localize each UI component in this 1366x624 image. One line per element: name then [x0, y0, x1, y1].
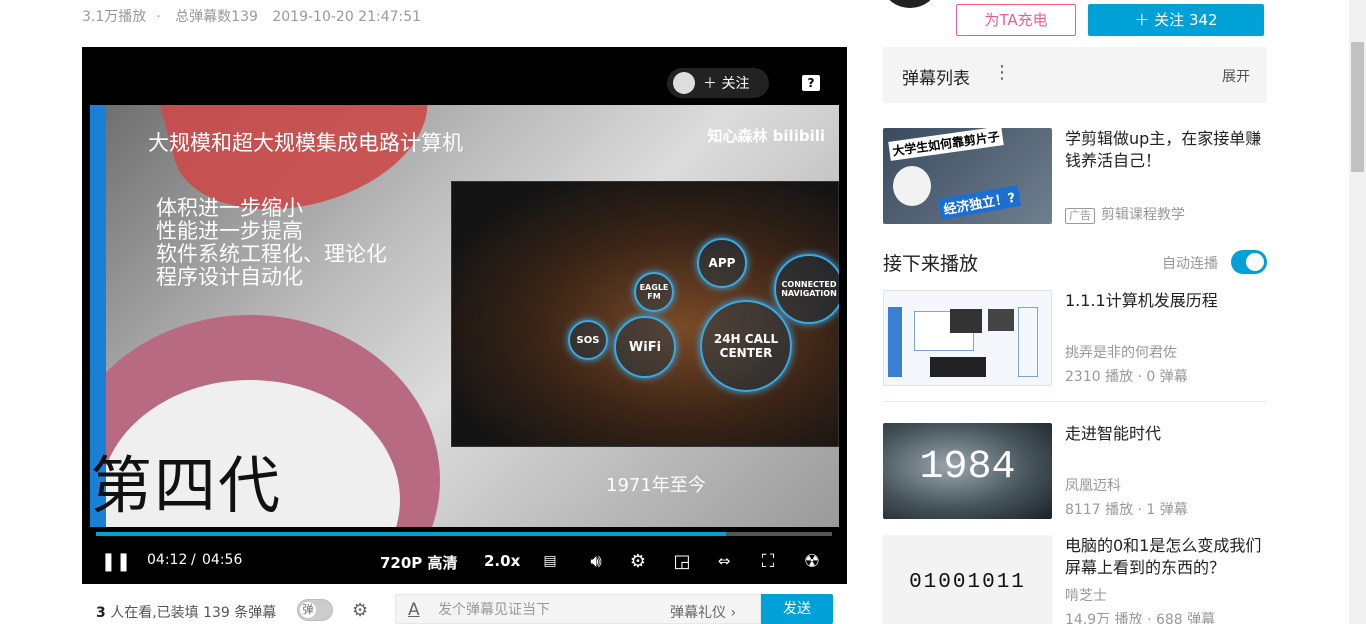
- danmaku-placeholder: 发个弹幕见证当下: [438, 602, 550, 618]
- danmaku-toggle[interactable]: 弹: [297, 599, 333, 621]
- bullet-item: 性能进一步提高: [156, 219, 303, 243]
- video-player[interactable]: ＋ 关注 ? 大规模和超大规模集成电路计算机 知心森林 bilibili 体积进…: [82, 47, 847, 584]
- video-title[interactable]: 走进智能时代: [1065, 423, 1265, 445]
- recommended-video[interactable]: 1984 走进智能时代 凤凰迈科 8117 播放 · 1 弹幕: [883, 423, 1267, 519]
- call-center-badge: 24H CALL CENTER: [700, 300, 792, 392]
- video-title[interactable]: 电脑的0和1是怎么变成我们屏幕上看到的东西的？: [1065, 535, 1265, 579]
- fm-badge: EAGLE FM: [634, 272, 674, 312]
- ad-title[interactable]: 学剪辑做up主，在家接单赚钱养活自己！: [1065, 128, 1265, 172]
- bullet-item: 软件系统工程化、理论化: [156, 242, 387, 266]
- autoplay-toggle[interactable]: [1231, 250, 1267, 274]
- video-meta: 3.1万播放 · 总弹幕数139 2019-10-20 21:47:51: [82, 9, 422, 25]
- bullet-item: 程序设计自动化: [156, 265, 303, 289]
- danmaku-etiquette-link[interactable]: 弹幕礼仪 ›: [670, 602, 736, 622]
- fullscreen-icon[interactable]: ☢: [800, 550, 824, 572]
- quality-button[interactable]: 720P 高清: [380, 552, 458, 573]
- danmaku-list-header[interactable]: 弹幕列表 ⋮ 展开: [883, 47, 1267, 103]
- danmaku-total: 总弹幕数139: [175, 9, 258, 25]
- player-controls: ❚❚ 04:12 / 04:56 720P 高清 2.0x ▤ 🔊︎ ⚙ ◲ ⇔…: [82, 542, 847, 582]
- publish-datetime: 2019-10-20 21:47:51: [272, 9, 422, 25]
- wifi-badge: WiFi: [614, 316, 676, 378]
- scrollbar-thumb[interactable]: [1351, 42, 1364, 172]
- year-text: 1971年至今: [606, 475, 706, 496]
- danmaku-list-title: 弹幕列表: [902, 69, 970, 89]
- video-frame[interactable]: 大规模和超大规模集成电路计算机 知心森林 bilibili 体积进一步缩小 性能…: [90, 105, 839, 527]
- help-icon[interactable]: ?: [802, 75, 820, 91]
- ad-tag: 广告: [1065, 208, 1095, 224]
- video-thumbnail[interactable]: [883, 290, 1052, 386]
- player-follow-button[interactable]: ＋ 关注: [667, 68, 769, 98]
- speed-button[interactable]: 2.0x: [484, 552, 520, 570]
- video-stats: 8117 播放 · 1 弹幕: [1065, 502, 1188, 518]
- watermark-logo: 知心森林 bilibili: [707, 127, 825, 145]
- video-thumbnail[interactable]: 01001011: [883, 535, 1052, 624]
- time-current: 04:12: [147, 552, 188, 568]
- widescreen-icon[interactable]: ⇔: [712, 550, 736, 572]
- app-badge: APP: [697, 238, 747, 288]
- more-options-icon[interactable]: ⋮: [993, 62, 1011, 83]
- recommended-video[interactable]: 01001011 电脑的0和1是怎么变成我们屏幕上看到的东西的？ 啃芝士 14.…: [883, 535, 1267, 624]
- danmaku-settings-icon[interactable]: ⚙: [352, 600, 368, 621]
- uploader-avatar: [673, 72, 695, 94]
- ad-thumbnail[interactable]: 大学生如何靠剪片子 经济独立！?: [883, 128, 1052, 224]
- bullet-item: 体积进一步缩小: [156, 196, 303, 220]
- sos-badge: SOS: [568, 320, 608, 360]
- viewer-count: 3 人在看,已装填 139 条弹幕: [96, 605, 277, 621]
- video-title[interactable]: 1.1.1计算机发展历程: [1065, 290, 1265, 312]
- video-stats: 2310 播放 · 0 弹幕: [1065, 369, 1188, 385]
- generation-text: 第四代: [90, 449, 283, 522]
- up-avatar[interactable]: [885, 0, 935, 8]
- plus-icon: ＋: [703, 76, 722, 92]
- ad-card[interactable]: 大学生如何靠剪片子 经济独立！? 学剪辑做up主，在家接单赚钱养活自己！ 广告剪…: [883, 128, 1267, 224]
- video-owner[interactable]: 啃芝士: [1065, 585, 1107, 605]
- slide-bullets: 体积进一步缩小 性能进一步提高 软件系统工程化、理论化 程序设计自动化: [156, 197, 387, 289]
- danmaku-off-icon[interactable]: ▤: [538, 550, 562, 572]
- recommended-video[interactable]: 1.1.1计算机发展历程 挑弄是非的何君佐 2310 播放 · 0 弹幕: [883, 290, 1267, 386]
- time-separator: /: [191, 552, 196, 568]
- time-total: 04:56: [202, 552, 243, 568]
- meme-face: [893, 166, 931, 206]
- video-owner[interactable]: 凤凰迈科: [1065, 475, 1121, 495]
- danmaku-bar: 3 人在看,已装填 139 条弹幕 弹 ⚙ A 发个弹幕见证当下 弹幕礼仪 › …: [82, 594, 847, 624]
- text-style-icon[interactable]: A: [408, 595, 420, 624]
- pause-icon[interactable]: ❚❚: [101, 550, 131, 572]
- navigation-badge: CONNECTED NAVIGATION: [774, 254, 839, 324]
- play-count: 3.1万播放: [82, 9, 147, 25]
- car-dashboard-image: APP WiFi SOS 24H CALL CENTER CONNECTED N…: [451, 181, 839, 447]
- follow-button[interactable]: ＋ 关注 342: [1088, 4, 1264, 36]
- up-next-label: 接下来播放: [883, 253, 979, 275]
- video-thumbnail[interactable]: 1984: [883, 423, 1052, 519]
- ad-owner: 广告 剪辑课程教学: [1065, 204, 1185, 224]
- volume-icon[interactable]: 🔊︎: [584, 550, 608, 572]
- progress-bar[interactable]: [96, 532, 832, 536]
- web-fullscreen-icon[interactable]: ⛶: [756, 550, 780, 572]
- picture-in-picture-icon[interactable]: ◲: [670, 550, 694, 572]
- charge-button[interactable]: 为TA充电: [956, 4, 1076, 36]
- expand-button[interactable]: 展开: [1222, 66, 1250, 86]
- video-stats: 14.9万 播放 · 688 弹幕: [1065, 612, 1216, 624]
- autoplay-label: 自动连播: [1162, 256, 1218, 272]
- slide-title: 大规模和超大规模集成电路计算机: [148, 131, 463, 155]
- progress-fill: [96, 532, 727, 536]
- send-button[interactable]: 发送: [761, 594, 833, 624]
- settings-gear-icon[interactable]: ⚙: [626, 550, 650, 572]
- video-page: 3.1万播放 · 总弹幕数139 2019-10-20 21:47:51 ＋ 关注…: [0, 0, 1366, 624]
- divider: [883, 401, 1267, 402]
- video-owner[interactable]: 挑弄是非的何君佐: [1065, 342, 1177, 362]
